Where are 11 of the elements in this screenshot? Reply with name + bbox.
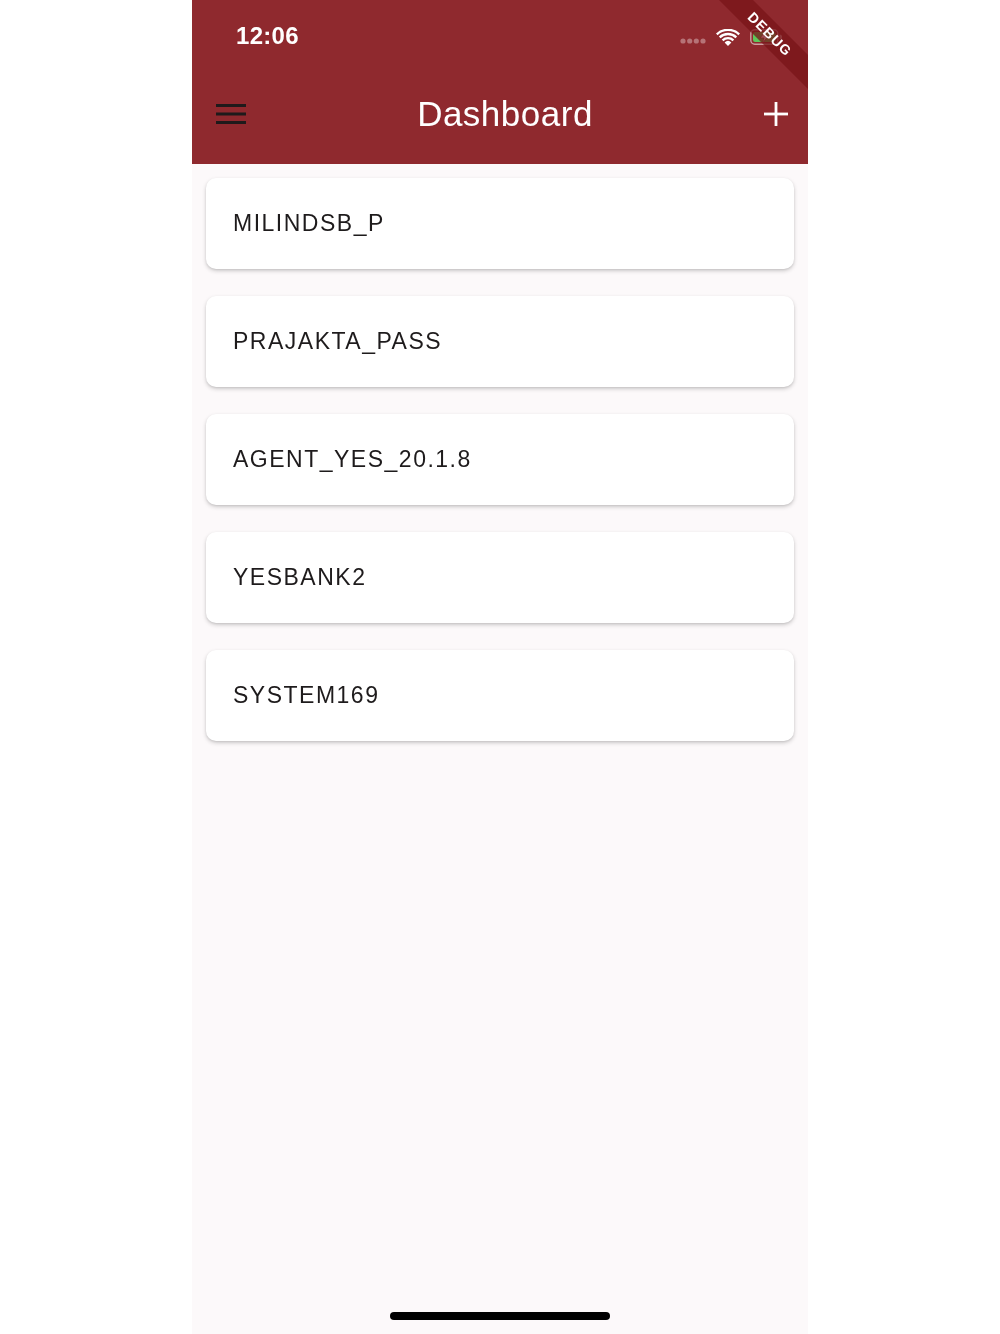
status-time: 12:06 — [236, 22, 299, 51]
list-card[interactable]: SYSTEM169 — [206, 650, 794, 741]
app-title: Dashboard — [417, 94, 593, 135]
wifi-icon — [716, 28, 740, 46]
list-card[interactable]: AGENT_YES_20.1.8 — [206, 414, 794, 505]
menu-icon — [216, 104, 246, 125]
list-card[interactable]: MILINDSB_P — [206, 178, 794, 269]
list-card[interactable]: PRAJAKTA_PASS — [206, 296, 794, 387]
list-card[interactable]: YESBANK2 — [206, 532, 794, 623]
signal-dots-icon — [680, 38, 706, 45]
plus-icon — [764, 102, 788, 127]
